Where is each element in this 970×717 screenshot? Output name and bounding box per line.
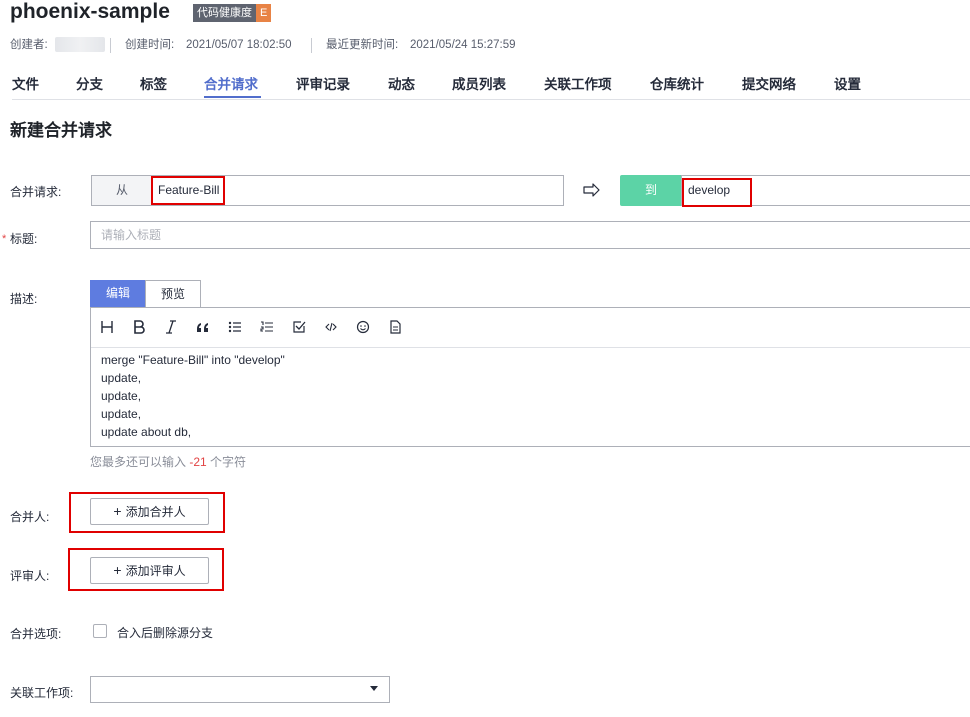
hint-count: -21 (189, 455, 207, 469)
tab-branches[interactable]: 分支 (76, 73, 103, 93)
delete-source-branch-label[interactable]: 合入后删除源分支 (117, 624, 213, 641)
description-line: merge "Feature-Bill" into "develop" (101, 353, 285, 367)
numbered-list-icon[interactable] (259, 319, 275, 335)
merge-request-label: 合并请求: (10, 185, 62, 199)
reviewer-label: 评审人: (10, 569, 50, 583)
merge-options-label: 合并选项: (10, 627, 62, 641)
required-mark: * (2, 233, 7, 245)
title-placeholder: 请输入标题 (101, 228, 162, 242)
repo-name: phoenix-sample (10, 0, 170, 23)
tab-settings[interactable]: 设置 (834, 73, 861, 93)
tab-tags[interactable]: 标签 (140, 73, 167, 93)
work-item-label: 关联工作项: (10, 686, 74, 700)
updated-label: 最近更新时间: (326, 39, 399, 51)
created-label: 创建时间: (125, 39, 175, 51)
tab-linked-work-items[interactable]: 关联工作项 (544, 73, 612, 93)
tab-preview[interactable]: 预览 (145, 280, 201, 307)
italic-icon[interactable] (163, 319, 179, 335)
tab-edit[interactable]: 编辑 (90, 280, 146, 307)
char-limit-hint: 您最多还可以输入 -21 个字符 (90, 453, 246, 470)
tab-members[interactable]: 成员列表 (452, 73, 506, 93)
tab-repo-stats[interactable]: 仓库统计 (650, 73, 704, 93)
tab-activity[interactable]: 动态 (388, 73, 415, 93)
tab-files[interactable]: 文件 (12, 73, 39, 93)
annotation-highlight-target (682, 178, 752, 207)
tab-review-records[interactable]: 评审记录 (296, 73, 350, 93)
title-input[interactable]: 请输入标题 (90, 221, 970, 249)
merger-label: 合并人: (10, 510, 50, 524)
repo-tabs: 文件 分支 标签 合并请求 评审记录 动态 成员列表 关联工作项 仓库统计 提交… (12, 71, 970, 100)
bold-icon[interactable] (131, 319, 147, 335)
health-grade: E (256, 4, 272, 22)
from-tag: 从 (91, 175, 152, 206)
chevron-down-icon[interactable] (370, 686, 378, 691)
creator-label: 创建者: (10, 39, 48, 51)
bullet-list-icon[interactable] (227, 319, 243, 335)
file-icon[interactable] (387, 319, 403, 335)
health-label: 代码健康度 (193, 4, 256, 22)
updated-value: 2021/05/24 15:27:59 (410, 39, 516, 51)
code-icon[interactable] (323, 319, 339, 335)
description-line: update about db, (101, 425, 192, 439)
created-value: 2021/05/07 18:02:50 (186, 39, 292, 51)
delete-source-branch-checkbox[interactable] (93, 624, 107, 638)
editor-toolbar (91, 308, 970, 348)
heading-icon[interactable] (99, 319, 115, 335)
meta-divider (110, 38, 111, 53)
tab-commit-network[interactable]: 提交网络 (742, 73, 796, 93)
arrow-right-icon (583, 182, 601, 198)
annotation-highlight-reviewer (68, 548, 224, 591)
creator-avatar-redacted (55, 37, 105, 52)
annotation-highlight-merger (69, 492, 225, 533)
annotation-highlight-source (151, 176, 225, 205)
hint-suffix: 个字符 (210, 455, 247, 469)
quote-icon[interactable] (195, 319, 211, 335)
emoji-icon[interactable] (355, 319, 371, 335)
task-list-icon[interactable] (291, 319, 307, 335)
title-label: 标题: (10, 232, 38, 246)
active-tab-indicator (204, 96, 261, 98)
description-line: update, (101, 389, 142, 403)
work-item-select[interactable] (90, 676, 390, 703)
page-title: 新建合并请求 (10, 121, 112, 140)
to-tag: 到 (620, 175, 682, 206)
description-line: update, (101, 407, 142, 421)
description-line: update, (101, 371, 142, 385)
tab-merge-requests[interactable]: 合并请求 (204, 73, 258, 93)
description-label: 描述: (10, 292, 38, 306)
hint-prefix: 您最多还可以输入 (90, 455, 187, 469)
meta-divider (311, 38, 312, 53)
code-health-badge[interactable]: 代码健康度 E (193, 4, 272, 22)
